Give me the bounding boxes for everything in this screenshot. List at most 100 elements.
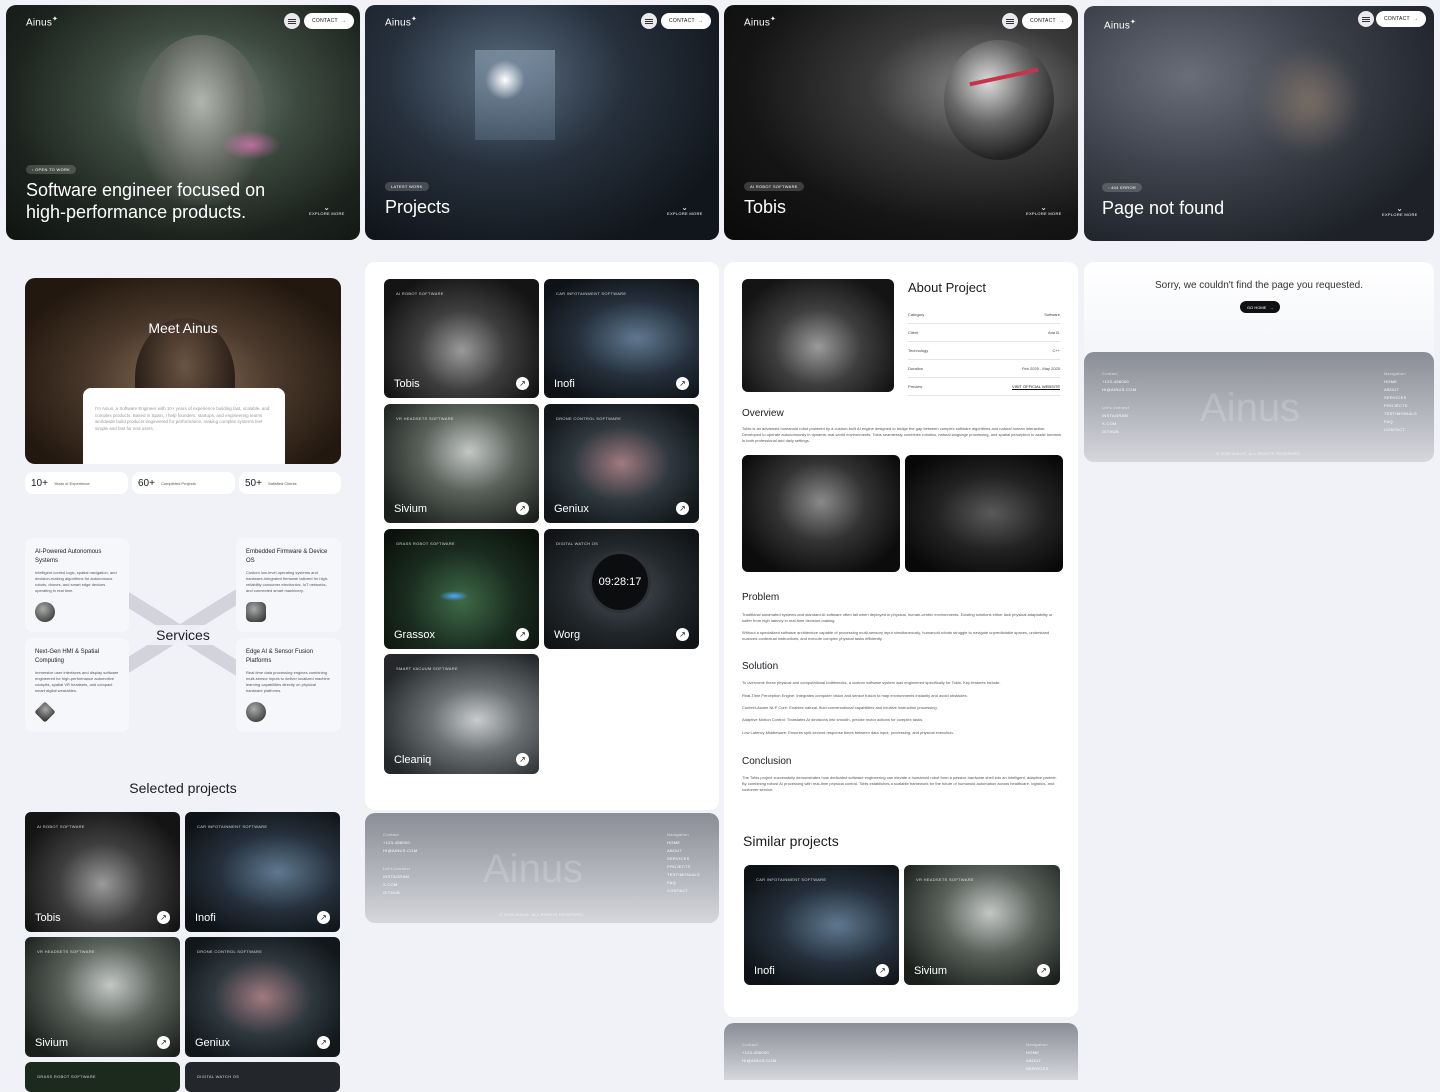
menu-button[interactable] [1002,13,1018,29]
contact-button[interactable]: CONTACT → [1376,11,1427,27]
sphere-icon [246,702,266,722]
go-home-button[interactable]: GO HOME → [1240,301,1281,313]
similar-card-inofi[interactable]: CAR INFOTAINMENT SOFTWARE Inofi ↗ [744,865,899,985]
footer-socials[interactable]: Let's connect INSTAGRAM X.COM GITHUB [383,865,410,897]
project-card-worg[interactable]: DIGITAL WATCH OS [185,1062,340,1092]
problem-text-2: Without a specialized software architect… [742,630,1050,641]
similar-card-sivium[interactable]: VR HEADSETS SOFTWARE Sivium ↗ [904,865,1060,985]
project-card-geniux[interactable]: DRONE CONTROL SOFTWARE Geniux ↗ [185,937,340,1057]
brand-logo[interactable]: Ainus✦ [26,15,58,28]
about-photo: Meet Ainus I'm Ainus, a Software Enginee… [25,278,341,464]
explore-more-link[interactable]: ⌄ EXPLORE MORE [1382,205,1418,218]
service-card-edge-ai[interactable]: Edge AI & Sensor Fusion Platforms Real-ti… [236,638,341,732]
conclusion-heading: Conclusion [742,756,792,767]
project-card-cleaniq[interactable]: SMART VACUUM SOFTWARE Cleaniq ↗ [384,654,539,774]
hero-title: Software engineer focused on high-perfor… [26,180,266,222]
project-card-inofi[interactable]: CAR INFOTAINMENT SOFTWARE Inofi ↗ [185,812,340,932]
detail-heading: About Project [908,280,987,295]
arrow-up-right-icon[interactable]: ↗ [676,377,689,390]
project-card-sivium[interactable]: VR HEADSETS SOFTWARE Sivium ↗ [384,404,539,523]
footer-navigation[interactable]: Navigation HOME ABOUT SERVICES [1026,1041,1049,1073]
footer-copyright: © 2025 AINUS. ALL RIGHTS RESERVED. [499,912,585,917]
arrow-up-right-icon[interactable]: ↗ [1037,964,1050,977]
arrow-right-icon: → [340,18,347,24]
hamburger-icon [1006,20,1014,22]
hero-projects: Ainus✦ CONTACT → LATEST WORK Projects ⌄ EX… [365,5,719,240]
explore-more-link[interactable]: ⌄ EXPLORE MORE [1026,204,1062,217]
detail-image-2 [905,455,1063,572]
footer-contact: Contact +123-456000 HI@AINUS.COM [383,832,418,853]
footer-navigation[interactable]: Navigation HOME ABOUT SERVICES PROJECTS TESTI… [1384,370,1417,434]
arrow-up-right-icon[interactable]: ↗ [676,628,689,641]
menu-button[interactable] [1358,11,1374,27]
contact-button[interactable]: CONTACT → [304,13,355,29]
hero-lamp-glow [485,60,525,100]
project-card-tobis[interactable]: AI ROBOT SOFTWARE Tobis ↗ [384,279,539,398]
project-card-geniux[interactable]: DRONE CONTROL SOFTWARE Geniux ↗ [544,404,699,523]
info-row-duration: Duration Feb 2025 - May 2025 [908,360,1060,378]
arrow-up-right-icon[interactable]: ↗ [516,628,529,641]
footer-copyright: © 2025 AINUS. ALL RIGHTS RESERVED. [1216,451,1302,456]
footer-detail: Contact +123-456000 HI@AINUS.COM Navigatio… [724,1023,1078,1080]
project-card-inofi[interactable]: CAR INFOTAINMENT SOFTWARE Inofi ↗ [544,279,699,398]
menu-button[interactable] [284,13,300,29]
project-card-grassox[interactable]: GRASS ROBOT SOFTWARE [25,1062,180,1092]
arrow-up-right-icon[interactable]: ↗ [516,502,529,515]
service-card-firmware[interactable]: Embedded Firmware & Device OS Custom low-… [236,538,341,632]
detail-thumbnail [742,279,894,392]
stat-clients: 50+ Satisfied Clients [239,472,341,494]
project-card-sivium[interactable]: VR HEADSETS SOFTWARE Sivium ↗ [25,937,180,1057]
project-card-tobis[interactable]: AI ROBOT SOFTWARE Tobis ↗ [25,812,180,932]
explore-more-link[interactable]: ⌄ EXPLORE MORE [309,204,345,217]
contact-button[interactable]: CONTACT → [1022,13,1073,29]
detail-image-1 [742,455,900,572]
hero-home: Ainus✦ CONTACT → • OPEN TO WORK Software … [6,5,360,240]
diamond-icon [34,701,56,723]
feature-item: Low Latency Middleware: Ensures split-se… [742,730,954,735]
cube-icon [246,602,266,622]
visit-website-link[interactable]: VISIT OFFICIAL WEBSITE [1012,384,1060,389]
arrow-up-right-icon[interactable]: ↗ [516,377,529,390]
brand-logo[interactable]: Ainus✦ [385,15,417,28]
arrow-up-right-icon[interactable]: ↗ [157,911,170,924]
problem-text-1: Traditional automated systems and standa… [742,612,1053,623]
contact-button[interactable]: CONTACT → [661,13,712,29]
hero-404: Ainus✦ CONTACT → • 404 ERROR Page not fou… [1084,6,1434,241]
arrow-up-right-icon[interactable]: ↗ [516,753,529,766]
explore-more-link[interactable]: ⌄ EXPLORE MORE [667,204,703,217]
hero-tag: • OPEN TO WORK [26,165,77,174]
services-title: Services [133,625,233,645]
solution-text: To overcome these physical and computati… [742,680,1001,685]
arrow-up-right-icon[interactable]: ↗ [157,1036,170,1049]
project-card-worg[interactable]: 09:28:17 DIGITAL WATCH OS Worg ↗ [544,529,699,649]
footer-navigation[interactable]: Navigation HOME ABOUT SERVICES PROJECTS TESTI… [667,831,700,895]
similar-projects-heading: Similar projects [743,833,839,849]
about-heading: Meet Ainus [148,320,218,336]
footer-contact: Contact +123-456000 HI@AINUS.COM [1102,371,1137,392]
hero-laptop-glow [221,130,281,160]
about-bio: I'm Ainus, a Software Engineer with 10+ … [95,406,270,431]
overview-heading: Overview [742,408,784,419]
feature-item: Adaptive Motion Control: Translates AI d… [742,717,924,722]
arrow-up-right-icon[interactable]: ↗ [317,1036,330,1049]
conclusion-text: The Tobis project successfully demonstra… [742,775,1057,792]
hero-title: Page not found [1102,198,1225,218]
menu-button[interactable] [641,13,657,29]
arrow-right-icon: → [1058,18,1065,24]
brand-logo[interactable]: Ainus✦ [1104,18,1136,31]
service-card-hmi[interactable]: Next-Gen HMI & Spatial Computing Immersiv… [25,638,129,732]
hero-tobis: Ainus✦ CONTACT → AI ROBOT SOFTWARE Tobis … [724,5,1078,240]
grassox-light-glow [439,591,469,601]
arrow-up-right-icon[interactable]: ↗ [676,502,689,515]
footer-socials[interactable]: Let's connect INSTAGRAM X.COM GITHUB [1102,404,1129,436]
arrow-right-icon: → [1269,304,1274,310]
arrow-right-icon: → [697,18,704,24]
arrow-up-right-icon[interactable]: ↗ [876,964,889,977]
footer-contact: Contact +123-456000 HI@AINUS.COM [742,1042,777,1063]
service-card-autonomous[interactable]: AI-Powered Autonomous Systems Intelligent… [25,538,129,632]
brand-logo[interactable]: Ainus✦ [744,15,776,28]
hamburger-icon [288,20,296,22]
arrow-up-right-icon[interactable]: ↗ [317,911,330,924]
project-card-grassox[interactable]: GRASS ROBOT SOFTWARE Grassox ↗ [384,529,539,649]
stat-years: 10+ Years of Experience [25,472,128,494]
